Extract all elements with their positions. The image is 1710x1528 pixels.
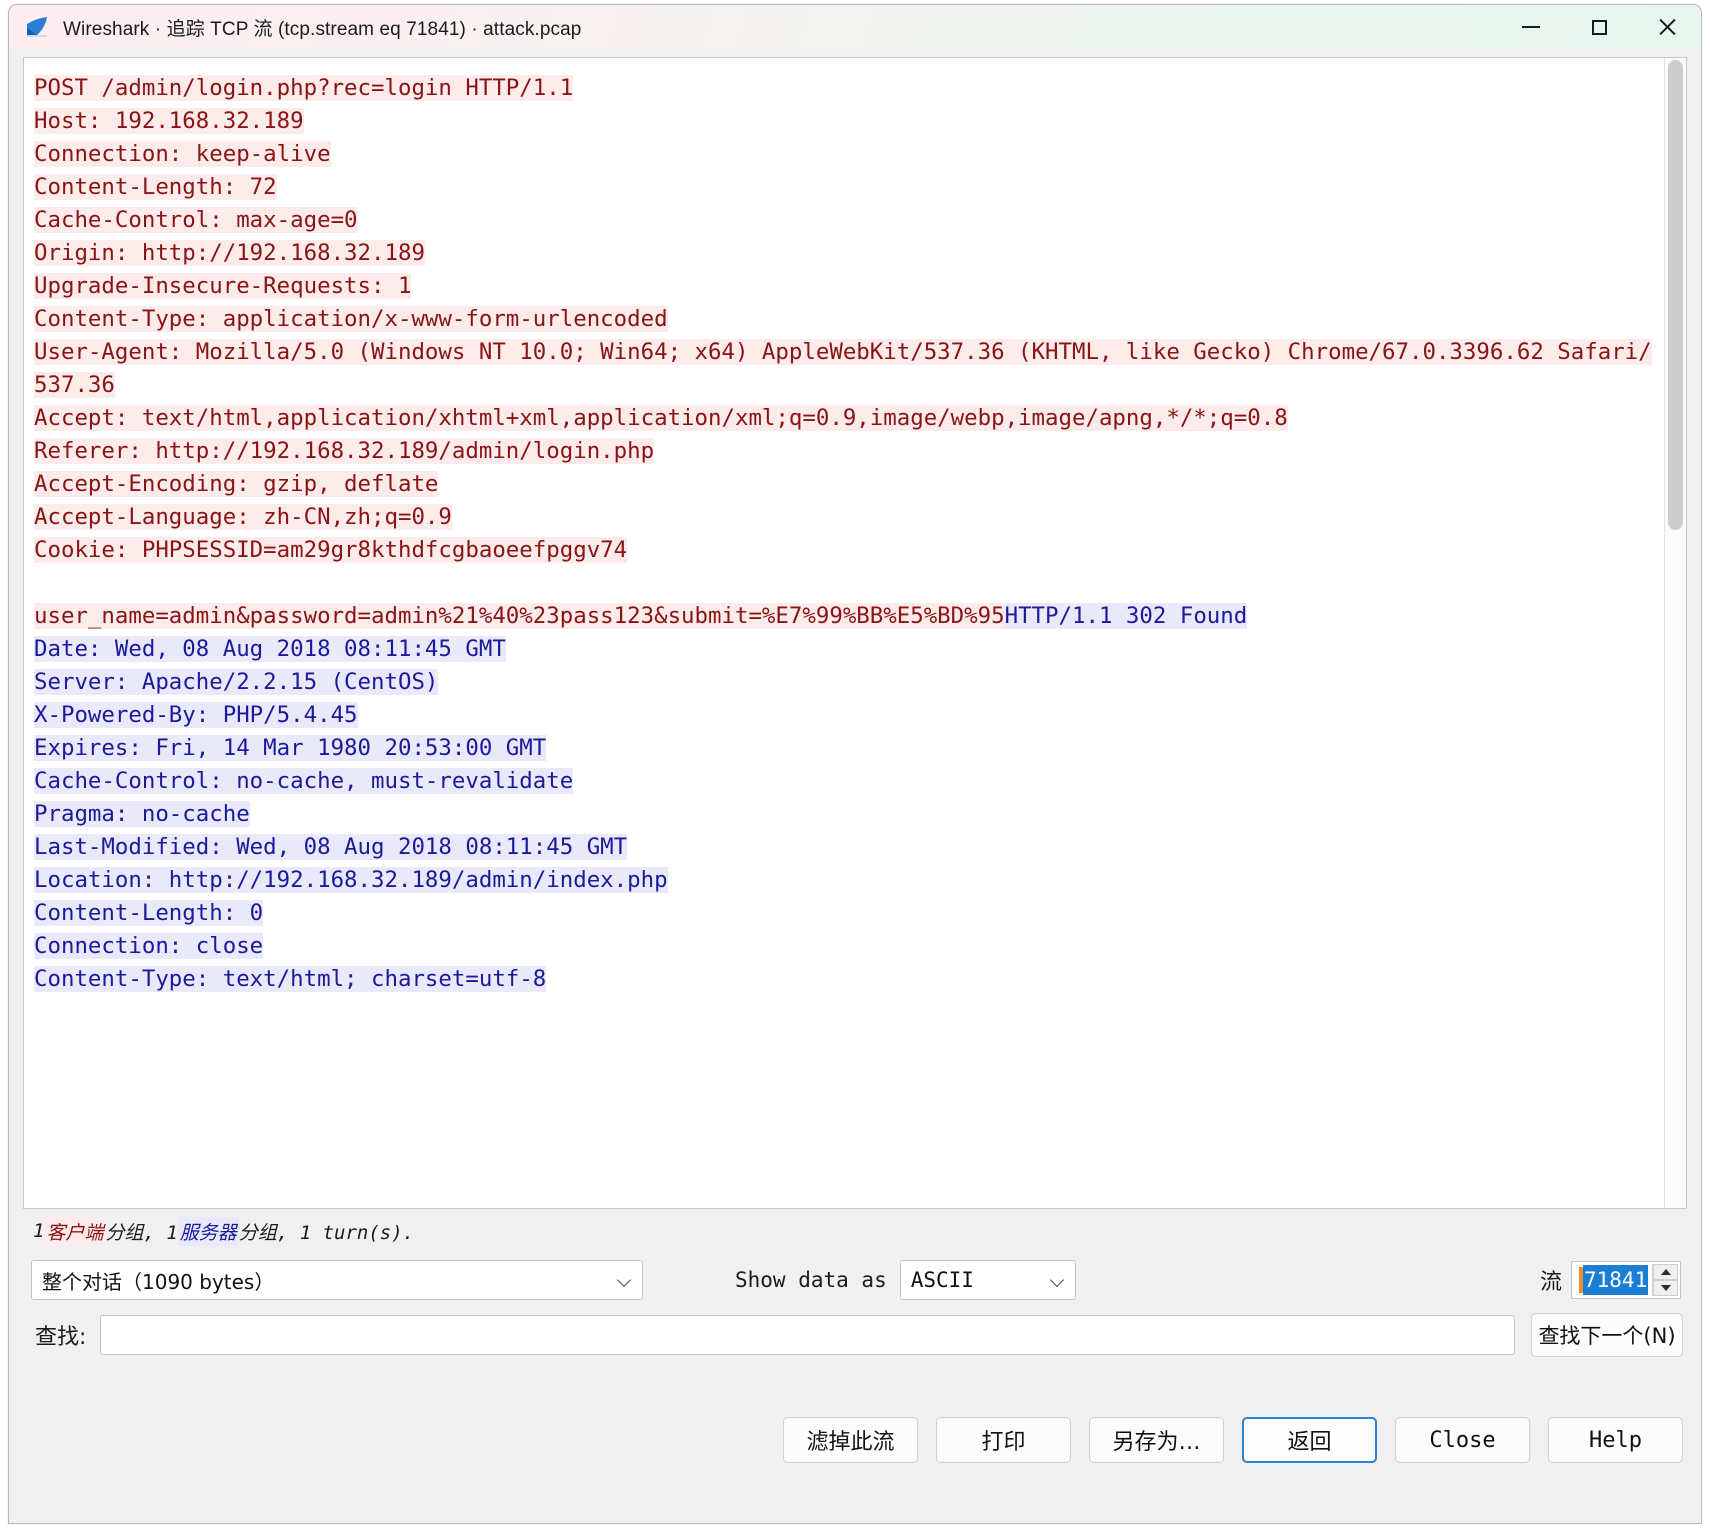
show-data-as-select[interactable]: ASCII	[899, 1260, 1076, 1300]
status-server-word: 服务器	[177, 1216, 239, 1246]
find-input[interactable]	[100, 1315, 1515, 1355]
window-title: Wireshark · 追踪 TCP 流 (tcp.stream eq 7184…	[63, 18, 582, 40]
close-window-button[interactable]	[1633, 5, 1701, 49]
stream-blank-line	[34, 567, 1652, 600]
vertical-scrollbar[interactable]	[1664, 58, 1686, 1208]
find-row: 查找: 查找下一个(N)	[23, 1307, 1687, 1363]
save-as-button[interactable]: 另存为…	[1089, 1417, 1224, 1463]
status-mid-1: 分组, 1	[105, 1221, 178, 1244]
chevron-down-icon	[1051, 1273, 1065, 1287]
stream-decrement-button[interactable]	[1653, 1280, 1678, 1296]
stream-number-field[interactable]: 71841	[1574, 1264, 1649, 1296]
stream-controls-row: 整个对话（1090 bytes） Show data as ASCII 流 71…	[23, 1253, 1687, 1307]
dialog-body: POST /admin/login.php?rec=login HTTP/1.1…	[9, 49, 1701, 1523]
dialog-button-row: 滤掉此流 打印 另存为… 返回 Close Help	[23, 1363, 1687, 1523]
stream-server-segment: HTTP/1.1 302 Found Date: Wed, 08 Aug 201…	[34, 603, 1248, 992]
find-next-button[interactable]: 查找下一个(N)	[1531, 1313, 1683, 1357]
chevron-down-icon	[618, 1273, 632, 1287]
maximize-icon	[1591, 19, 1607, 35]
stream-increment-button[interactable]	[1653, 1264, 1678, 1280]
filter-out-this-stream-button[interactable]: 滤掉此流	[783, 1417, 918, 1463]
show-data-as-value: ASCII	[910, 1268, 974, 1292]
stepper-arrows	[1652, 1264, 1678, 1296]
show-data-as-label: Show data as	[735, 1268, 887, 1292]
wireshark-fin-icon	[25, 16, 51, 38]
find-label: 查找:	[35, 1325, 87, 1350]
minimize-button[interactable]	[1497, 5, 1565, 49]
maximize-button[interactable]	[1565, 5, 1633, 49]
close-icon	[1657, 17, 1677, 37]
help-button[interactable]: Help	[1548, 1417, 1683, 1463]
stream-number-stepper[interactable]: 71841	[1571, 1261, 1681, 1299]
window-controls	[1497, 5, 1701, 49]
scrollbar-thumb[interactable]	[1668, 60, 1683, 530]
print-button[interactable]: 打印	[936, 1417, 1071, 1463]
status-prefix: 1	[33, 1220, 45, 1242]
status-mid-2: 分组, 1 turn(s).	[238, 1221, 415, 1244]
stream-number-value: 71841	[1583, 1265, 1649, 1295]
tcp-stream-dialog: Wireshark · 追踪 TCP 流 (tcp.stream eq 7184…	[8, 4, 1702, 1524]
stream-client-segment: POST /admin/login.php?rec=login HTTP/1.1…	[34, 75, 1652, 563]
stream-label: 流	[1539, 1270, 1562, 1295]
minimize-icon	[1522, 26, 1540, 28]
chevron-up-icon	[1660, 1269, 1671, 1275]
conversation-select-value: 整个对话（1090 bytes）	[42, 1269, 275, 1294]
stream-client-segment: user_name=admin&password=admin%21%40%23p…	[34, 603, 1005, 629]
conversation-select[interactable]: 整个对话（1090 bytes）	[31, 1260, 643, 1300]
chevron-down-icon	[1660, 1285, 1671, 1291]
stream-text[interactable]: POST /admin/login.php?rec=login HTTP/1.1…	[24, 58, 1664, 1208]
title-bar: Wireshark · 追踪 TCP 流 (tcp.stream eq 7184…	[9, 5, 1701, 49]
stream-content-pane: POST /admin/login.php?rec=login HTTP/1.1…	[23, 57, 1687, 1209]
status-client-word: 客户端	[44, 1216, 106, 1246]
packet-count-status: 1 客户端 分组, 1 服务器 分组, 1 turn(s).	[23, 1209, 1687, 1253]
stream-number-group: 流 71841	[1540, 1261, 1681, 1299]
close-button[interactable]: Close	[1395, 1417, 1530, 1463]
back-button[interactable]: 返回	[1242, 1417, 1377, 1463]
